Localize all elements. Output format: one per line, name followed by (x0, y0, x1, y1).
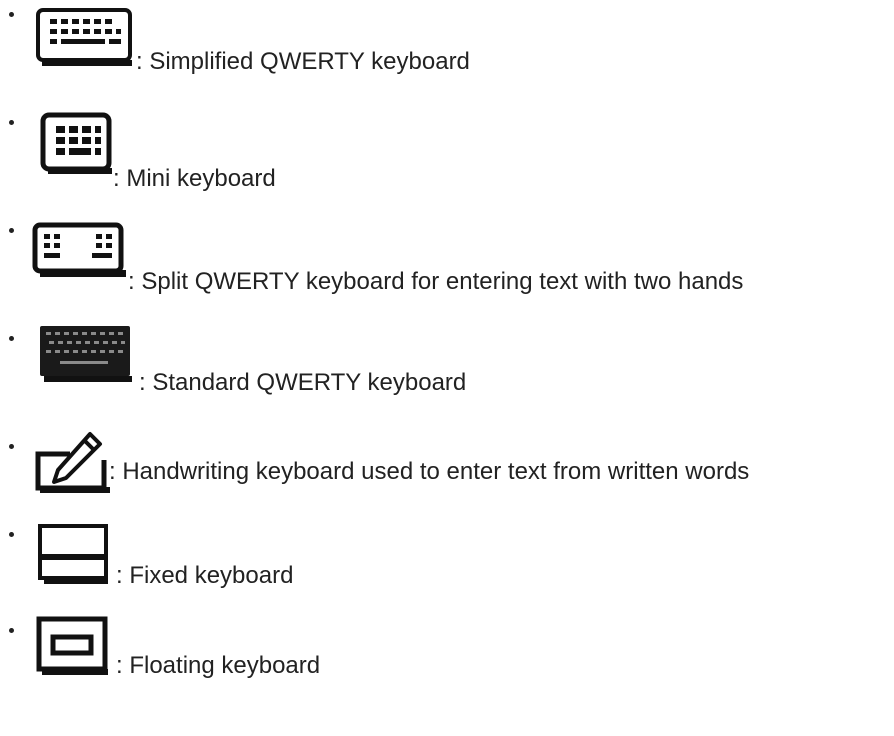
bullet (9, 628, 14, 633)
handwriting-keyboard-icon (32, 430, 112, 496)
item-label: : Fixed keyboard (116, 562, 294, 589)
item-label: : Floating keyboard (116, 652, 321, 679)
item-label: : Split QWERTY keyboard for entering tex… (128, 268, 744, 295)
item-label: : Mini keyboard (113, 165, 276, 192)
split-qwerty-keyboard-icon (32, 222, 128, 280)
bullet (9, 444, 14, 449)
item-label: : Handwriting keyboard used to enter tex… (109, 458, 750, 485)
bullet (9, 336, 14, 341)
mini-keyboard-icon (40, 112, 116, 176)
bullet (9, 228, 14, 233)
fixed-keyboard-icon (38, 524, 114, 586)
standard-qwerty-keyboard-icon (40, 326, 136, 384)
bullet (9, 12, 14, 17)
item-label: : Simplified QWERTY keyboard (136, 48, 470, 75)
bullet (9, 120, 14, 125)
floating-keyboard-icon (36, 616, 112, 678)
simplified-qwerty-keyboard-icon (36, 8, 136, 68)
item-label: : Standard QWERTY keyboard (139, 369, 467, 396)
bullet (9, 532, 14, 537)
